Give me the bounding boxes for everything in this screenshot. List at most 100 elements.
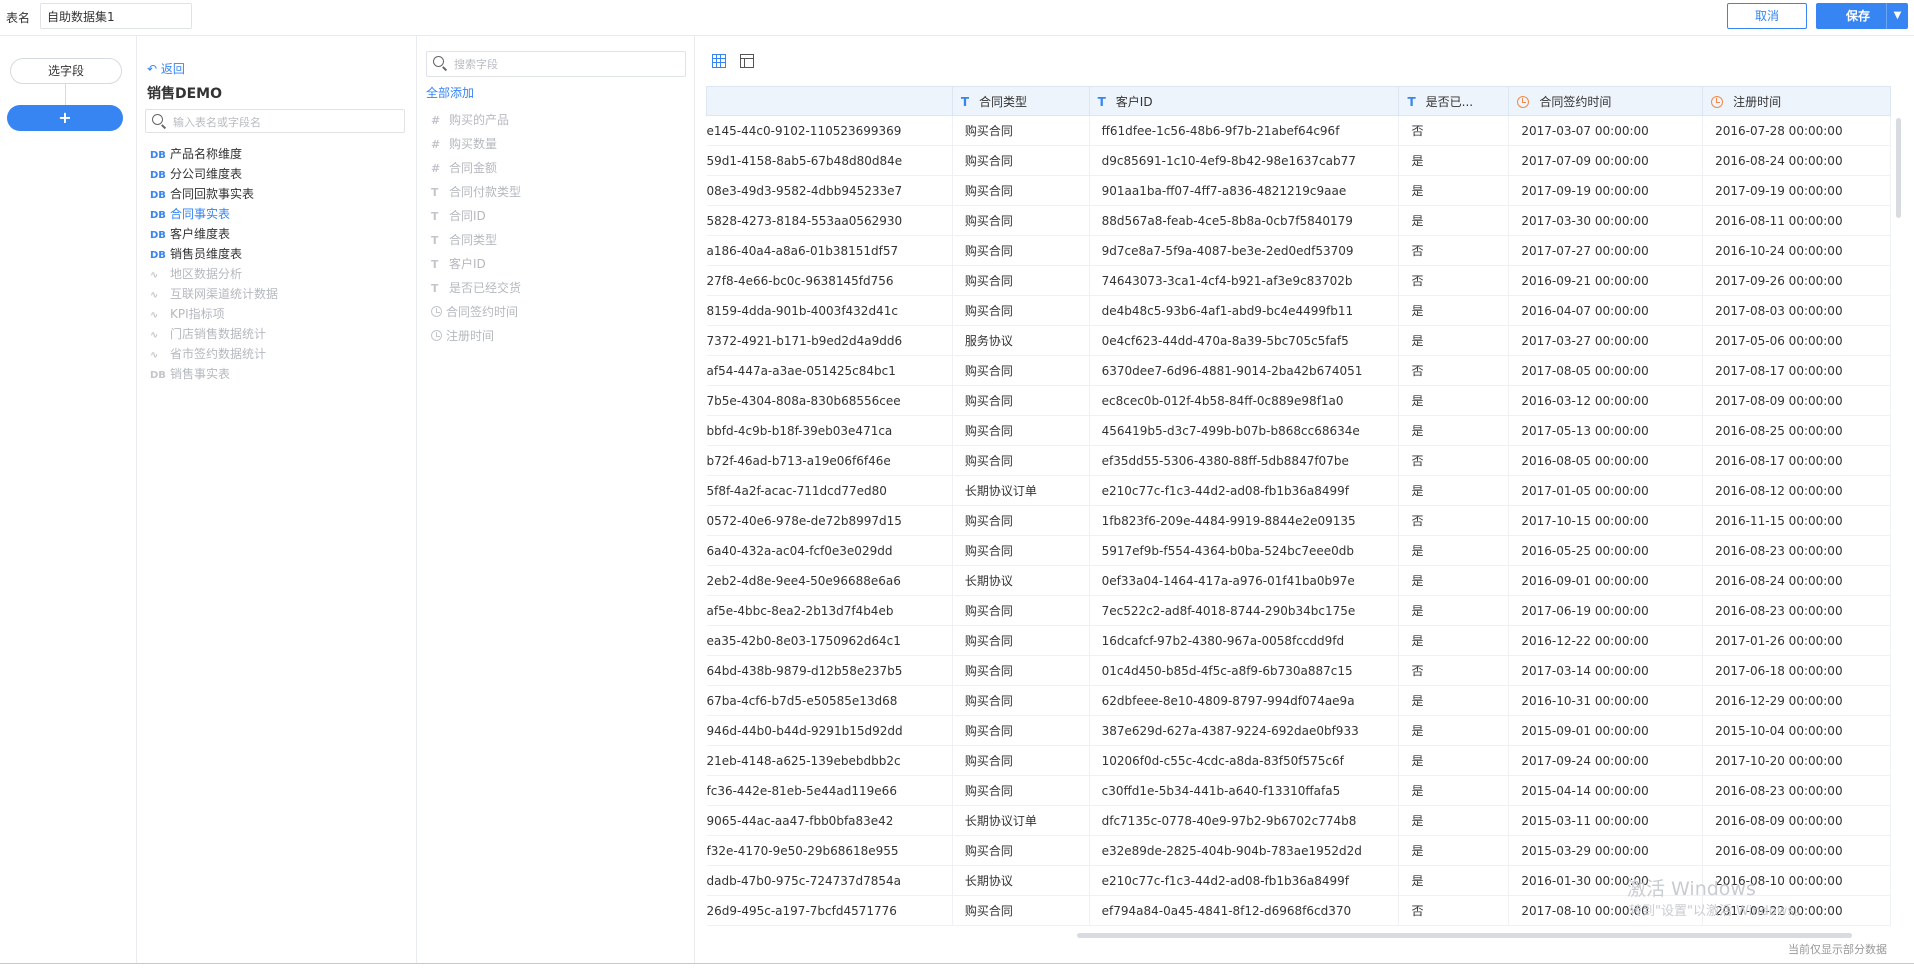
save-button[interactable]: 保存 ▼ bbox=[1816, 3, 1908, 29]
column-header[interactable]: T 是否已... bbox=[1398, 86, 1510, 116]
column-header[interactable]: 合同签约时间 bbox=[1508, 86, 1704, 116]
table-item[interactable]: ∿ 省市签约数据统计 bbox=[150, 343, 266, 365]
table-cell: 2017-06-18 00:00:00 bbox=[1702, 655, 1891, 686]
table-cell: 21eb-4148-a625-139ebebdbb2c bbox=[706, 745, 953, 776]
table-cell: 2017-03-07 00:00:00 bbox=[1508, 115, 1704, 146]
table-item[interactable]: DB 销售事实表 bbox=[150, 363, 230, 385]
table-cell: 2017-09-19 00:00:00 bbox=[1702, 175, 1891, 206]
data-preview-panel: T 合同类型 T 客户ID T 是否已... 合同签约时间 注册时间 e145-44c… bbox=[695, 36, 1914, 963]
preview-table: T 合同类型 T 客户ID T 是否已... 合同签约时间 注册时间 e145-44c… bbox=[706, 86, 1891, 948]
table-item[interactable]: DB 合同回款事实表 bbox=[150, 183, 254, 205]
table-item[interactable]: DB 客户维度表 bbox=[150, 223, 230, 245]
add-step-button[interactable]: + bbox=[7, 105, 123, 131]
table-cell: 7b5e-4304-808a-830b68556cee bbox=[706, 385, 953, 416]
table-cell: 购买合同 bbox=[952, 355, 1090, 386]
table-row: 59d1-4158-8ab5-67b48d80d84e 购买合同 d9c85691-… bbox=[706, 145, 1891, 176]
horizontal-scrollbar[interactable] bbox=[1077, 933, 1852, 938]
table-cell: 16dcafcf-97b2-4380-967a-0058fccdd9fd bbox=[1089, 625, 1400, 656]
table-cell: 2016-07-28 00:00:00 bbox=[1702, 115, 1891, 146]
back-link[interactable]: ↶ 返回 bbox=[147, 60, 185, 77]
field-item[interactable]: # 购买数量 bbox=[431, 133, 497, 155]
text-icon: T bbox=[431, 234, 439, 247]
table-cell: 2017-07-09 00:00:00 bbox=[1508, 145, 1704, 176]
table-cell: 购买合同 bbox=[952, 265, 1090, 296]
table-cell: ef794a84-0a45-4841-8f12-d6968f6cd370 bbox=[1089, 895, 1400, 926]
column-header[interactable]: T 合同类型 bbox=[951, 86, 1090, 116]
table-cell: 2017-05-06 00:00:00 bbox=[1702, 325, 1891, 356]
table-item-selected[interactable]: DB 合同事实表 bbox=[150, 203, 230, 225]
add-all-link[interactable]: 全部添加 bbox=[426, 84, 474, 101]
table-cell: 否 bbox=[1398, 895, 1510, 926]
column-header[interactable] bbox=[706, 86, 953, 116]
table-cell: 购买合同 bbox=[952, 655, 1090, 686]
text-icon: T bbox=[431, 210, 439, 223]
table-cell: 购买合同 bbox=[952, 835, 1090, 866]
field-item[interactable]: 合同签约时间 bbox=[431, 301, 518, 323]
table-cell: 购买合同 bbox=[952, 715, 1090, 746]
table-cell: 2015-03-29 00:00:00 bbox=[1508, 835, 1704, 866]
table-item[interactable]: ∿ 互联网渠道统计数据 bbox=[150, 283, 278, 305]
table-cell: 购买合同 bbox=[952, 205, 1090, 236]
clock-icon bbox=[1517, 95, 1530, 108]
table-item[interactable]: ∿ 门店销售数据统计 bbox=[150, 323, 266, 345]
table-cell: 2016-12-22 00:00:00 bbox=[1508, 625, 1704, 656]
table-item[interactable]: DB 分公司维度表 bbox=[150, 163, 242, 185]
table-body: e145-44c0-9102-110523699369 购买合同 ff61dfee-… bbox=[706, 115, 1891, 926]
grid-view-icon[interactable] bbox=[712, 54, 726, 68]
table-cell: 5f8f-4a2f-acac-711dcd77ed80 bbox=[706, 475, 953, 506]
table-cell: 1fb823f6-209e-4484-9919-8844e2e09135 bbox=[1089, 505, 1400, 536]
detail-view-icon[interactable] bbox=[740, 54, 754, 68]
table-row: fc36-442e-81eb-5e44ad119e66 购买合同 c30ffd1e-… bbox=[706, 775, 1891, 806]
table-cell: 9065-44ac-aa47-fbb0bfa83e42 bbox=[706, 805, 953, 836]
table-cell: 26d9-495c-a197-7bcfd4571776 bbox=[706, 895, 953, 926]
table-name-input[interactable] bbox=[40, 3, 192, 29]
field-item[interactable]: T 合同类型 bbox=[431, 229, 497, 251]
table-item[interactable]: DB 产品名称维度 bbox=[150, 143, 242, 165]
cancel-button[interactable]: 取消 bbox=[1727, 3, 1807, 29]
table-cell: 否 bbox=[1398, 265, 1510, 296]
field-item[interactable]: T 合同付款类型 bbox=[431, 181, 521, 203]
table-cell: 2017-03-27 00:00:00 bbox=[1508, 325, 1704, 356]
field-item[interactable]: # 合同金额 bbox=[431, 157, 497, 179]
table-cell: 购买合同 bbox=[952, 595, 1090, 626]
table-cell: ea35-42b0-8e03-1750962d64c1 bbox=[706, 625, 953, 656]
table-item[interactable]: ∿ KPI指标项 bbox=[150, 303, 225, 325]
table-cell: 2016-08-23 00:00:00 bbox=[1702, 775, 1891, 806]
table-cell: 2015-09-01 00:00:00 bbox=[1508, 715, 1704, 746]
table-cell: ff61dfee-1c56-48b6-9f7b-21abef64c96f bbox=[1089, 115, 1400, 146]
table-search-placeholder: 输入表名或字段名 bbox=[173, 116, 261, 129]
table-cell: 否 bbox=[1398, 655, 1510, 686]
table-cell: 2015-04-14 00:00:00 bbox=[1508, 775, 1704, 806]
table-cell: 是 bbox=[1398, 625, 1510, 656]
field-item[interactable]: # 购买的产品 bbox=[431, 109, 509, 131]
field-item[interactable]: T 是否已经交货 bbox=[431, 277, 521, 299]
column-header-label: 客户ID bbox=[1115, 94, 1153, 109]
table-cell: 购买合同 bbox=[952, 295, 1090, 326]
table-row: 27f8-4e66-bc0c-9638145fd756 购买合同 74643073-… bbox=[706, 265, 1891, 296]
table-search-input[interactable]: 输入表名或字段名 bbox=[145, 109, 405, 133]
db-icon: DB bbox=[150, 370, 166, 381]
vertical-scrollbar[interactable] bbox=[1896, 118, 1901, 218]
table-cell: 2016-10-31 00:00:00 bbox=[1508, 685, 1704, 716]
table-cell: 是 bbox=[1398, 775, 1510, 806]
field-item[interactable]: T 合同ID bbox=[431, 205, 486, 227]
column-header[interactable]: T 客户ID bbox=[1088, 86, 1400, 116]
table-cell: 2016-08-12 00:00:00 bbox=[1702, 475, 1891, 506]
field-item[interactable]: T 客户ID bbox=[431, 253, 486, 275]
table-cell: 是 bbox=[1398, 175, 1510, 206]
field-item-label: 合同付款类型 bbox=[449, 185, 522, 199]
package-title: 销售DEMO bbox=[147, 86, 223, 102]
table-cell: 是 bbox=[1398, 565, 1510, 596]
table-item-label: 互联网渠道统计数据 bbox=[170, 287, 279, 301]
table-item[interactable]: DB 销售员维度表 bbox=[150, 243, 242, 265]
table-item[interactable]: ∿ 地区数据分析 bbox=[150, 263, 242, 285]
field-item[interactable]: 注册时间 bbox=[431, 325, 494, 347]
step-select-fields[interactable]: 选字段 bbox=[10, 58, 122, 84]
field-search-input[interactable]: 搜索字段 bbox=[426, 51, 686, 77]
table-cell: 否 bbox=[1398, 355, 1510, 386]
chevron-down-icon[interactable]: ▼ bbox=[1886, 3, 1908, 29]
table-cell: 2016-09-21 00:00:00 bbox=[1508, 265, 1704, 296]
step-connector bbox=[65, 84, 66, 106]
table-item-label: 合同事实表 bbox=[170, 207, 231, 221]
column-header[interactable]: 注册时间 bbox=[1702, 86, 1891, 116]
